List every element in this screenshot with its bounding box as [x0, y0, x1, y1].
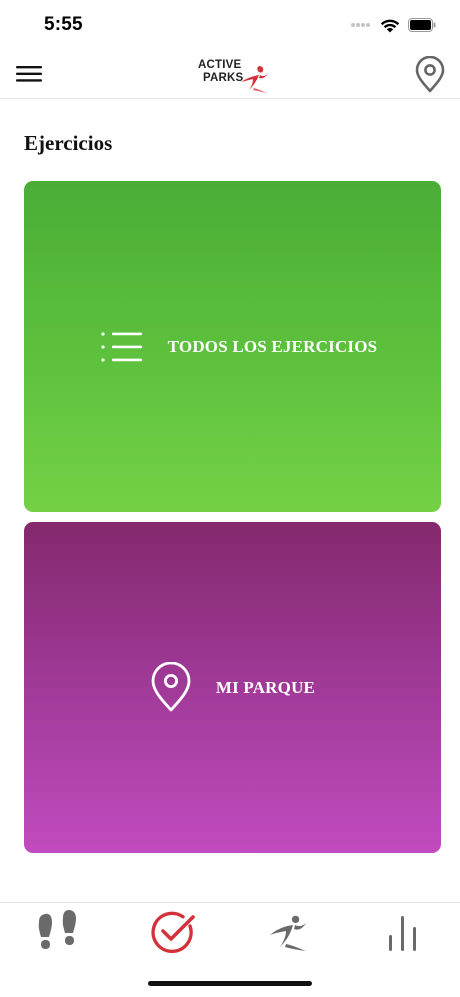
hamburger-menu-icon [16, 66, 42, 82]
all-exercises-label: TODOS LOS EJERCICIOS [167, 336, 378, 356]
check-circle-icon [150, 911, 195, 954]
location-pin-icon [151, 661, 191, 711]
menu-button[interactable] [14, 60, 46, 88]
runner-icon [269, 915, 306, 951]
bar-chart-icon [388, 916, 416, 951]
battery-icon [408, 18, 436, 32]
tab-stats[interactable] [345, 903, 460, 963]
status-time: 5:55 [44, 14, 83, 35]
tab-footprints[interactable] [0, 903, 115, 963]
page-title: Ejercicios [24, 131, 113, 155]
my-park-card-content: MI PARQUE [150, 661, 316, 714]
runner-logo-icon [241, 66, 268, 93]
logo-text-active: ACTIVE [198, 59, 242, 71]
cellular-signal-icon [351, 23, 370, 27]
footprints-icon [38, 910, 76, 949]
status-bar: 5:55 [0, 0, 460, 50]
all-exercises-card[interactable]: TODOS LOS EJERCICIOS [24, 181, 441, 512]
tab-exercises[interactable] [115, 903, 230, 963]
home-indicator [148, 981, 312, 986]
location-pin-icon [415, 55, 445, 93]
my-park-label: MI PARQUE [215, 677, 316, 697]
location-button[interactable] [414, 55, 446, 94]
list-icon [101, 331, 142, 362]
wifi-icon [380, 19, 400, 32]
nav-bar: ACTIVE PARKS [0, 50, 460, 99]
app-logo: ACTIVE PARKS [193, 56, 271, 96]
all-exercises-card-content: TODOS LOS EJERCICIOS [100, 331, 378, 363]
my-park-card[interactable]: MI PARQUE [24, 522, 441, 853]
tab-activity[interactable] [230, 903, 345, 963]
status-icons [350, 16, 436, 34]
